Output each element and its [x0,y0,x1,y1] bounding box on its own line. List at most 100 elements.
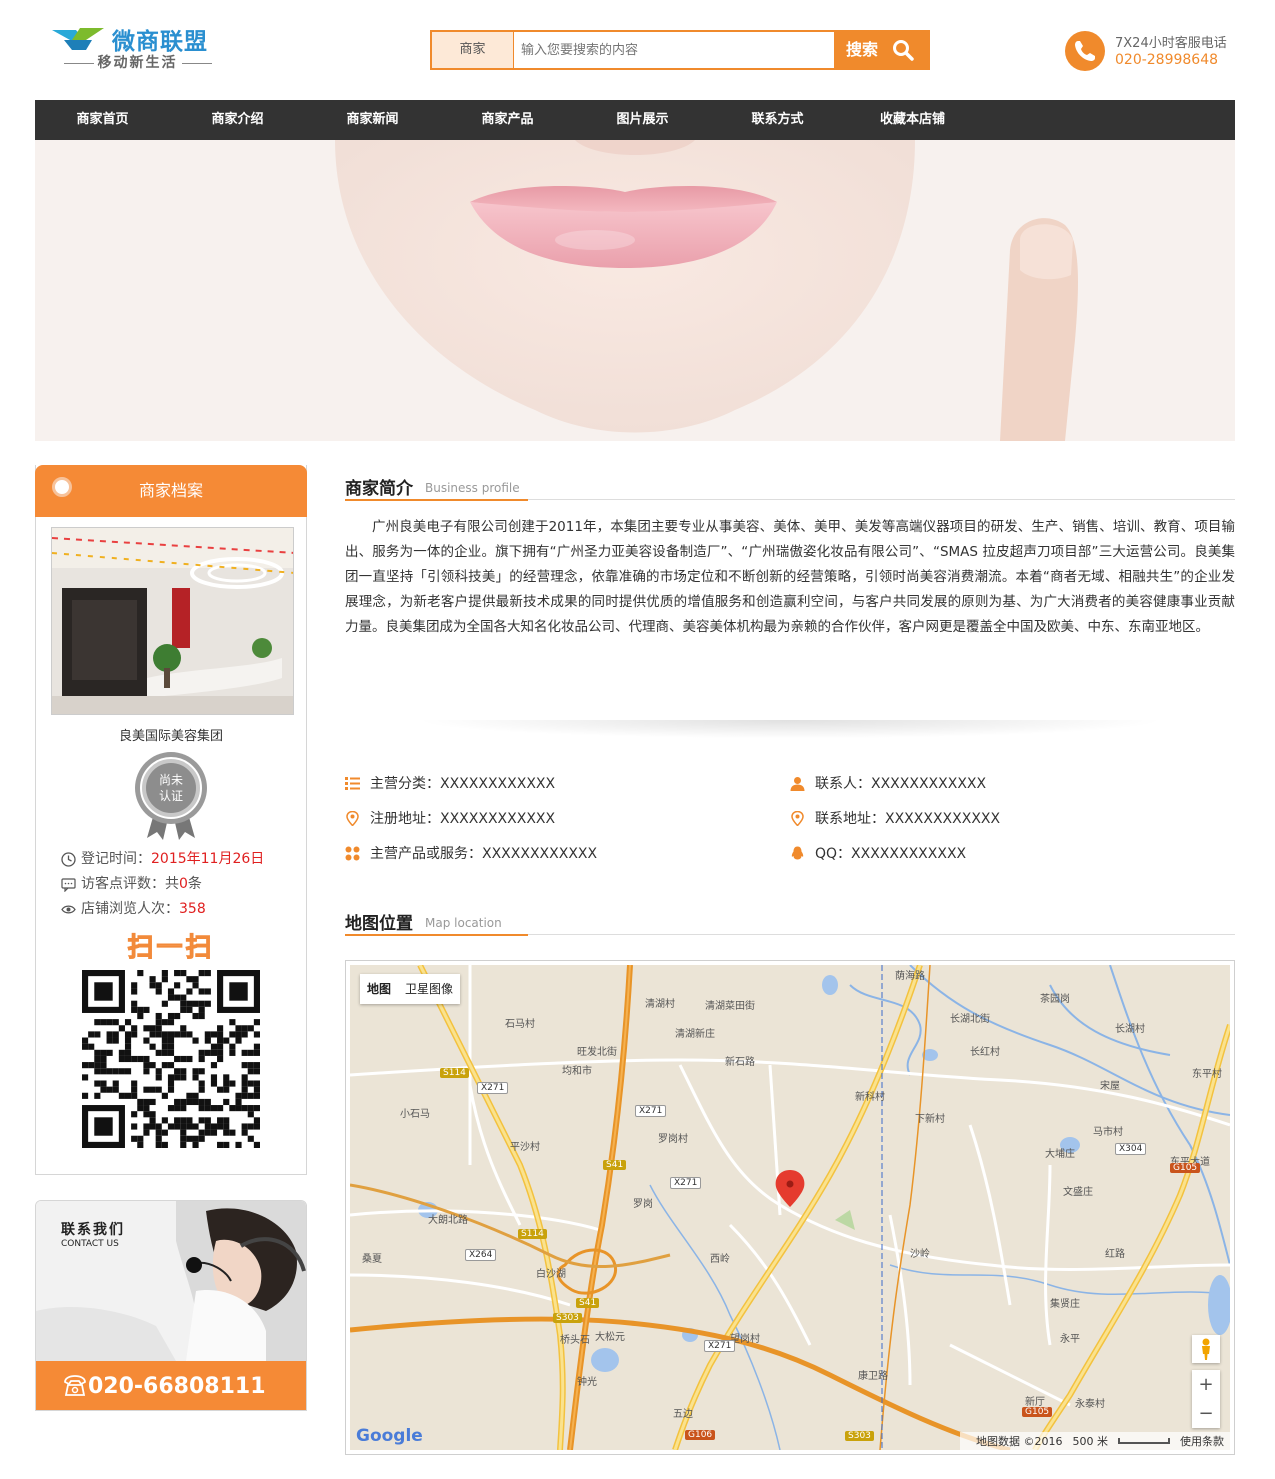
search-bar: 商家 搜索 [430,30,930,70]
map-label: 白沙湖 [536,1269,566,1280]
logo-tagline: 移动新生活 [50,52,225,72]
certification-badge: 尚未 认证 [133,750,209,840]
map-frame: 荫海路 茶园岗 清湖村 清湖菜田街 长湖北街 石马村 长湖村 旺发北街 清湖新庄… [345,960,1235,1455]
nav-item-gallery[interactable]: 图片展示 [575,100,710,140]
search-category-select[interactable]: 商家 [432,32,514,68]
logo-title: 微商联盟 [112,28,208,55]
map-label: 长湖北街 [950,1014,990,1025]
service-label: 7X24小时客服电话 [1115,36,1227,51]
map-type-toggle: 地图 卫星图像 [360,974,461,1004]
handshake-logo-icon [52,28,104,50]
map-label: 清湖新庄 [675,1029,715,1040]
contact-subtitle: CONTACT US [61,1239,119,1249]
service-phone: 020-28998648 [1115,52,1219,68]
zoom-in-button[interactable]: + [1192,1370,1220,1399]
map-tab-map[interactable]: 地图 [360,974,398,1004]
views-value: 358 [179,901,206,917]
map-scale-label: 500 米 [1072,1435,1109,1448]
reviews-row: 访客点评数：共 0 条 [61,872,301,897]
phone-icon [1065,31,1105,71]
register-time-row: 登记时间： 2015年11月26日 [61,847,301,872]
contact-phone-bar[interactable]: 020-66808111 [36,1361,306,1410]
company-name: 良美国际美容集团 [118,729,223,744]
nav-item-intro[interactable]: 商家介绍 [170,100,305,140]
nav-item-products[interactable]: 商家产品 [440,100,575,140]
telephone-icon [64,1375,86,1396]
map-zoom-control: + − [1192,1370,1220,1428]
site-header: 微商联盟 移动新生活 商家 搜索 7X24小时客服电话 020-28998648 [0,0,1275,100]
eye-icon [61,905,76,914]
road-shield: X271 [635,1105,667,1117]
fact-qq: QQ：XXXXXXXXXXXX [790,842,966,864]
map-label: 红路 [1105,1249,1125,1260]
map-label: 桑夏 [362,1254,382,1265]
qr-code[interactable] [82,970,260,1148]
intro-title-en: Business profile [425,481,520,495]
street-view-pegman-icon[interactable] [1192,1335,1220,1363]
map-label: 新石路 [725,1057,755,1068]
map-label: 永泰村 [1075,1399,1105,1410]
road-shield: S41 [576,1298,600,1308]
map-label: 文盛庄 [1063,1187,1093,1198]
badge-line-2: 认证 [159,789,183,803]
map-label: 长湖村 [1115,1024,1145,1035]
map-canvas[interactable]: 荫海路 茶园岗 清湖村 清湖菜田街 长湖北街 石马村 长湖村 旺发北街 清湖新庄… [350,965,1230,1450]
map-label: 西岭 [710,1254,730,1265]
site-logo[interactable]: 微商联盟 移动新生活 [50,20,225,72]
intro-text: 广州良美电子有限公司创建于2011年，本集团主要专业从事美容、美体、美甲、美发等… [345,519,1235,635]
road-shield: S114 [440,1068,469,1078]
fact-qq-text: QQ：XXXXXXXXXXXX [815,846,967,862]
search-input[interactable] [516,32,836,68]
register-value: 2015年11月26日 [151,851,265,867]
map-tab-satellite[interactable]: 卫星图像 [398,974,460,1004]
map-terms-link[interactable]: 使用条款 [1180,1433,1224,1449]
profile-header: 商家档案 [35,465,307,517]
nav-item-home[interactable]: 商家首页 [35,100,170,140]
search-button[interactable]: 搜索 [834,30,930,70]
title-underline [345,499,528,501]
nav-item-news[interactable]: 商家新闻 [305,100,440,140]
road-shield: X271 [670,1177,702,1189]
fact-products-text: 主营产品或服务：XXXXXXXXXXXX [370,846,598,862]
map-label: 大朗北路 [428,1215,468,1226]
road-shield: X264 [465,1249,497,1261]
store-photo[interactable] [51,527,294,715]
hero-banner [35,140,1235,441]
zoom-out-button[interactable]: − [1192,1399,1220,1428]
map-label: 平沙村 [510,1142,540,1153]
contact-phone: 020-66808111 [88,1374,266,1399]
map-label: 大埔庄 [1045,1149,1075,1160]
map-label: 马市村 [1093,1127,1123,1138]
map-label: 桥头石 [560,1335,590,1346]
map-label: 荫海路 [895,971,925,982]
map-title: 地图位置 [345,914,413,934]
comment-icon [61,878,76,892]
map-label: 石马村 [505,1019,535,1030]
map-label: 旺发北街 [577,1047,617,1058]
intro-section-title: 商家简介 Business profile [345,468,1235,501]
map-label: 五边 [673,1409,693,1420]
map-label: 沙岭 [910,1249,930,1260]
search-icon [893,40,914,61]
fact-contact-address: 联系地址：XXXXXXXXXXXX [790,807,1000,829]
fact-reg-address: 注册地址：XXXXXXXXXXXX [345,807,555,829]
map-label: 集贤庄 [1050,1299,1080,1310]
profile-header-dot-icon [52,477,72,497]
reviews-suffix: 条 [187,876,202,892]
contact-us-card: 联系我们 CONTACT US 020-66808111 [35,1200,307,1411]
nav-item-favorite[interactable]: 收藏本店铺 [845,100,980,140]
map-label: 大松元 [595,1332,625,1343]
map-label: 新科村 [855,1092,885,1103]
map-label: 均和市 [562,1066,592,1077]
nav-item-contact[interactable]: 联系方式 [710,100,845,140]
road-shield: G105 [1022,1407,1053,1417]
google-logo: Google [356,1426,423,1446]
fact-category: 主营分类：XXXXXXXXXXXX [345,772,555,794]
fact-reg-address-text: 注册地址：XXXXXXXXXXXX [370,811,556,827]
profile-stats: 登记时间： 2015年11月26日 访客点评数：共 0 条 店铺浏览人次： 35… [61,847,301,922]
fact-category-text: 主营分类：XXXXXXXXXXXX [370,776,556,792]
section-divider [385,720,1195,740]
register-label: 登记时间： [81,851,151,867]
map-footer: 地图数据 ©2016 500 米 使用条款 [960,1432,1230,1450]
map-label: 永平 [1060,1334,1080,1345]
